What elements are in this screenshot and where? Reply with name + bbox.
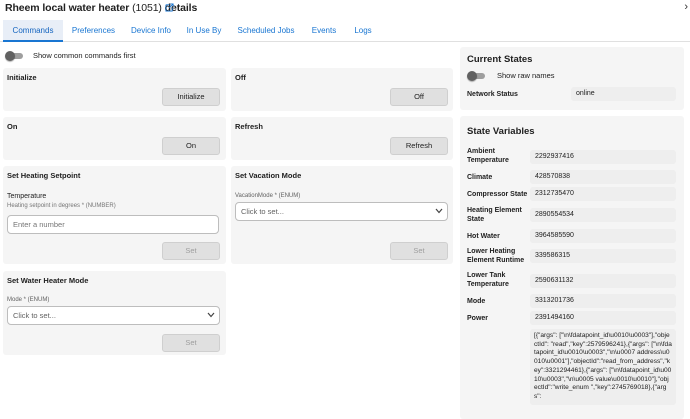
command-title: Set Vacation Mode	[235, 171, 302, 180]
state-var-value: 3964585590	[530, 229, 676, 243]
tab-logs[interactable]: Logs	[347, 20, 379, 42]
set-vacation-mode-button[interactable]: Set	[390, 242, 448, 260]
tab-scheduled-jobs[interactable]: Scheduled Jobs	[232, 20, 300, 42]
tab-events[interactable]: Events	[305, 20, 343, 42]
chevron-down-icon	[435, 208, 443, 214]
command-title: Refresh	[235, 122, 263, 131]
command-card-refresh: Refresh Refresh	[231, 117, 453, 160]
state-var-value: 2890554534	[530, 208, 676, 222]
device-id: (1051)	[132, 2, 162, 14]
command-card-initialize: Initialize Initialize	[3, 68, 226, 111]
command-title: Initialize	[7, 73, 37, 82]
mode-label: Mode * (ENUM)	[7, 297, 50, 303]
device-name: Rheem local water heater	[5, 2, 130, 14]
off-button[interactable]: Off	[390, 88, 448, 106]
common-commands-label: Show common commands first	[33, 51, 136, 60]
state-var-value: 2312735470	[530, 187, 676, 201]
vacation-mode-select[interactable]: Click to set...	[235, 202, 448, 221]
command-title: Set Heating Setpoint	[7, 171, 81, 180]
raw-names-label: Show raw names	[497, 71, 555, 80]
state-var-name: Compressor State	[467, 191, 528, 198]
state-var-name: Hot Water	[467, 233, 500, 240]
command-card-set-water-heater-mode: Set Water Heater Mode Mode * (ENUM) Clic…	[3, 271, 226, 355]
state-var-value: 2292937416	[530, 150, 676, 164]
refresh-button[interactable]: Refresh	[390, 137, 448, 155]
external-link-icon[interactable]	[165, 3, 174, 12]
vacation-mode-label: VacationMode * (ENUM)	[235, 193, 301, 199]
command-card-set-heating-setpoint: Set Heating Setpoint Temperature Heating…	[3, 166, 226, 264]
command-card-set-vacation-mode: Set Vacation Mode VacationMode * (ENUM) …	[231, 166, 453, 264]
current-states-panel: Current States Show raw names Network St…	[460, 47, 684, 110]
set-water-heater-mode-button[interactable]: Set	[162, 334, 220, 352]
common-commands-toggle[interactable]	[5, 51, 23, 61]
water-heater-mode-value: Click to set...	[13, 311, 56, 320]
state-var-name: Power	[467, 315, 489, 322]
state-variables-panel: State Variables Ambient Temperature 2292…	[460, 116, 684, 419]
state-var-name: Lower Tank Temperature	[467, 272, 509, 288]
initialize-button[interactable]: Initialize	[162, 88, 220, 106]
temperature-hint: Heating setpoint in degrees * (NUMBER)	[7, 203, 116, 209]
state-var-name: Lower Heating Element Runtime	[467, 248, 525, 264]
raw-names-toggle[interactable]	[467, 71, 485, 81]
network-status-value: online	[571, 87, 676, 101]
command-card-on: On On	[3, 117, 226, 160]
state-var-name: Heating Element State	[467, 207, 522, 223]
temperature-label: Temperature	[7, 193, 47, 200]
vacation-mode-value: Click to set...	[241, 207, 284, 216]
chevron-down-icon	[207, 312, 215, 318]
tab-device-info[interactable]: Device Info	[125, 20, 177, 42]
state-variables-title: State Variables	[467, 126, 535, 137]
command-title: Set Water Heater Mode	[7, 276, 89, 285]
set-heating-setpoint-button[interactable]: Set	[162, 242, 220, 260]
water-heater-mode-select[interactable]: Click to set...	[7, 306, 220, 325]
state-var-value: 3313201736	[530, 294, 676, 308]
state-var-value: 339586315	[530, 249, 676, 263]
command-title: Off	[235, 73, 246, 82]
state-var-name: Ambient Temperature	[467, 148, 509, 164]
state-var-name: Climate	[467, 174, 493, 181]
temperature-input[interactable]: Enter a number	[7, 215, 219, 234]
state-var-value: 2590631132	[530, 274, 676, 288]
chevron-right-icon[interactable]: ›	[684, 1, 688, 13]
tab-bar: Commands Preferences Device Info In Use …	[0, 20, 690, 42]
network-status-label: Network Status	[467, 91, 518, 98]
tab-preferences[interactable]: Preferences	[66, 20, 121, 42]
tab-commands[interactable]: Commands	[3, 20, 63, 42]
state-var-name: Mode	[467, 298, 486, 305]
page-header: Rheem local water heater (1051) details …	[0, 0, 690, 18]
state-var-value: 428570838	[530, 170, 676, 184]
state-var-value: 2391494160	[530, 311, 676, 325]
raw-args-value: [{"args": ["\n\fdatapoint_id\u0010\u0003…	[530, 329, 676, 405]
current-states-title: Current States	[467, 54, 533, 65]
command-card-off: Off Off	[231, 68, 453, 111]
command-title: On	[7, 122, 18, 131]
tab-in-use-by[interactable]: In Use By	[181, 20, 227, 42]
on-button[interactable]: On	[162, 137, 220, 155]
